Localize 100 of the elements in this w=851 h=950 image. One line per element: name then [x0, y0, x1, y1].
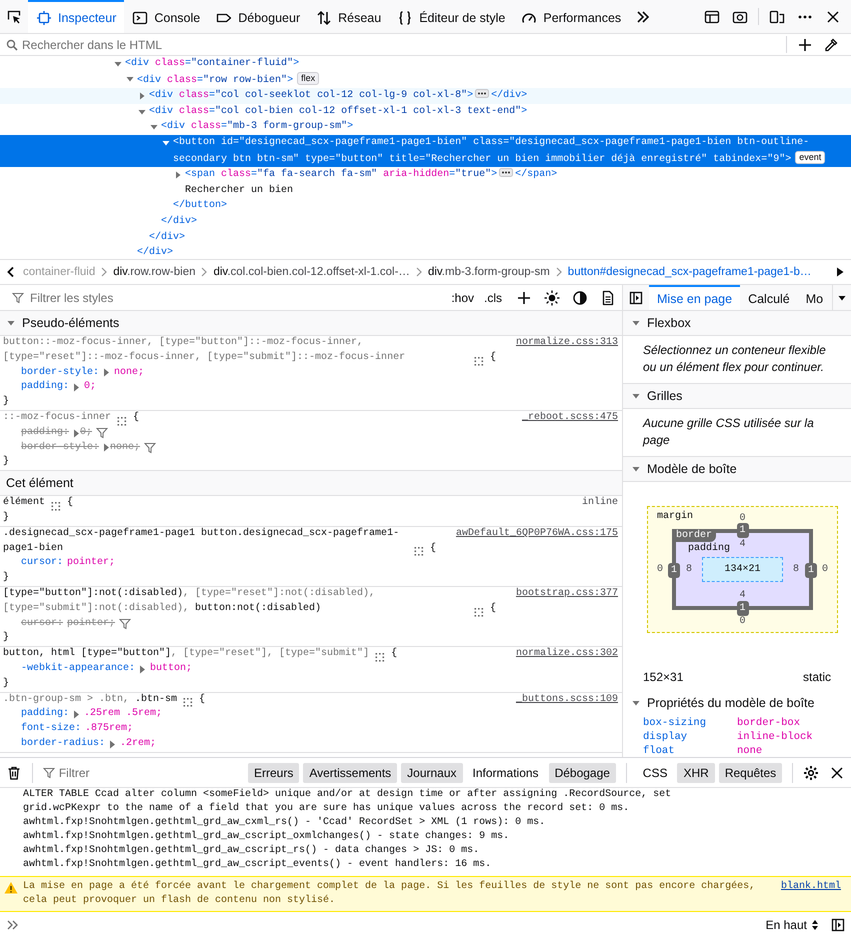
markup-node[interactable]: </div> [0, 214, 851, 230]
pseudo-class-toggle[interactable]: :hov [449, 290, 476, 304]
log-level-filter[interactable]: Journaux [401, 762, 463, 782]
markup-node[interactable]: </div> [0, 245, 851, 259]
add-node-button[interactable] [797, 36, 813, 52]
section-header[interactable]: Grilles [623, 384, 851, 409]
devtools-tab[interactable]: Console [124, 0, 208, 33]
log-level-filter[interactable]: Débogage [548, 762, 616, 782]
property-value[interactable]: button; [150, 662, 192, 677]
close-button[interactable] [829, 764, 846, 780]
markup-node[interactable]: <div class="mb-3 form-group-sm"> [0, 119, 851, 135]
expand-triangle-icon[interactable] [109, 740, 116, 749]
expand-triangle-icon[interactable] [73, 428, 80, 438]
markup-node[interactable]: <div class="col col-seeklot col-12 col-lg-9 col-xl-8"> </div> [0, 88, 851, 104]
expand-triangle-icon[interactable] [73, 383, 80, 392]
sidebar-tab[interactable]: Mise en page [649, 285, 740, 310]
text-node[interactable]: Rechercher un bien [0, 182, 851, 198]
console-filter-field[interactable]: Filtrer [58, 766, 240, 780]
scroll-position-button[interactable]: En haut [766, 918, 819, 932]
filter-icon[interactable] [96, 427, 108, 440]
toggle-sidebar-button[interactable] [831, 918, 845, 932]
log-level-filter[interactable]: Erreurs [248, 762, 300, 782]
markup-node[interactable]: </div> [0, 230, 851, 246]
sidebar-tab[interactable]: Mo [798, 285, 832, 310]
styles-filter-field[interactable]: Filtrer les styles [30, 290, 444, 304]
filter-icon[interactable] [144, 442, 156, 454]
breadcrumb-item[interactable]: div.row.row-bien [112, 264, 196, 280]
devtools-tab[interactable]: Éditeur de style [389, 0, 514, 33]
log-level-filter[interactable]: Avertissements [303, 762, 398, 782]
breadcrumb-item[interactable]: div.mb-3.form-group-sm [426, 264, 551, 280]
source-link[interactable]: blank.html [760, 880, 841, 908]
grid-icon[interactable] [51, 500, 62, 511]
stylesheet-link[interactable]: inline [582, 496, 618, 511]
stylesheet-link[interactable]: normalize.css:302 [516, 647, 618, 662]
grid-icon[interactable] [375, 652, 386, 662]
clear-console-button[interactable] [6, 764, 22, 780]
grid-icon[interactable] [414, 546, 424, 556]
markup-node[interactable]: <button id="designecad_scx-pageframe1-page1-bien" class="designecad_scx-pageframe1-page1-bien btn-outline-secondary btn btn-sm" type="button" title="Rechercher un bien immobilier déjà enregistré" tabindex="9"> event [0, 134, 851, 168]
property-name[interactable]: cursor: [21, 556, 64, 572]
property-name[interactable]: -webkit-appearance: [21, 662, 136, 677]
section-header[interactable]: Pseudo-éléments [0, 311, 622, 336]
property-name[interactable]: font-size: [21, 722, 82, 737]
devtools-tab[interactable]: Débogueur [208, 0, 308, 33]
node-badge[interactable]: event [795, 150, 826, 164]
sun-icon[interactable] [544, 290, 560, 306]
breadcrumb-item[interactable]: div.col.col-bien.col-12.offset-xl-1.col-… [212, 264, 411, 280]
grid-icon[interactable] [183, 697, 194, 708]
markup-node[interactable]: <div class="col col-bien col-12 offset-xl-1 col-xl-3 text-end"> [0, 104, 851, 120]
grid-icon[interactable] [474, 606, 484, 617]
property-value[interactable]: .25rem .5rem; [84, 707, 162, 722]
disclosure-triangle-icon[interactable] [173, 170, 183, 180]
expand-triangle-icon[interactable] [103, 443, 110, 452]
property-value[interactable]: .2rem; [120, 736, 156, 752]
devtools-tab[interactable]: Inspecteur [28, 0, 124, 33]
section-header[interactable]: Cet élément [0, 471, 622, 496]
grid-icon[interactable] [474, 356, 484, 366]
settings-button[interactable] [803, 764, 820, 780]
stylesheet-link[interactable]: _buttons.scss:109 [516, 692, 618, 708]
html-search-field[interactable]: Rechercher dans le HTML [22, 34, 776, 54]
contrast-icon[interactable] [572, 290, 588, 306]
stylesheet-link[interactable]: bootstrap.css:377 [516, 586, 618, 617]
property-value[interactable]: none; [114, 366, 144, 380]
document-icon[interactable] [600, 290, 616, 306]
property-name[interactable]: border-radius: [21, 736, 106, 752]
node-badge[interactable]: flex [297, 72, 320, 85]
filter-icon[interactable] [119, 618, 132, 630]
property-name[interactable]: border-style: [21, 366, 100, 380]
property-name[interactable]: padding: [21, 380, 70, 396]
expand-triangle-icon[interactable] [73, 710, 80, 720]
stylesheet-link[interactable]: awDefault_6QP0P76WA.css:175 [456, 526, 618, 556]
markup-node[interactable]: <div class="container-fluid"> [0, 56, 851, 72]
disclosure-triangle-icon[interactable] [137, 90, 147, 101]
breadcrumb-item[interactable]: button#designecad_scx-pageframe1-page1-b… [566, 264, 812, 280]
property-value[interactable]: .875rem; [85, 722, 134, 737]
pseudo-class-toggle[interactable]: .cls [482, 290, 504, 304]
markup-node[interactable]: </button> [0, 198, 851, 214]
devtools-tab[interactable]: Performances [513, 0, 630, 33]
collapsed-content-icon[interactable] [499, 168, 514, 178]
collapsed-content-icon[interactable] [475, 89, 490, 98]
property-value[interactable]: pointer; [67, 556, 116, 572]
eyedropper-button[interactable] [823, 36, 839, 52]
devtools-tab[interactable]: Réseau [308, 0, 390, 33]
grid-icon[interactable] [117, 416, 128, 426]
section-header[interactable]: Modèle de boîte [623, 457, 851, 482]
property-name[interactable]: padding: [21, 707, 70, 722]
request-type-filter[interactable]: XHR [677, 762, 715, 782]
expand-triangle-icon[interactable] [139, 664, 146, 674]
section-header[interactable]: Flexbox [623, 311, 851, 336]
stylesheet-link[interactable]: normalize.css:313 [516, 336, 618, 366]
request-type-filter[interactable]: Requêtes [718, 762, 782, 782]
section-header[interactable]: Propriétés du modèle de boîte [623, 690, 851, 715]
plus-icon[interactable] [516, 290, 532, 306]
markup-node[interactable]: <div class="row row-bien"> flex [0, 72, 851, 88]
stylesheet-link[interactable]: _reboot.scss:475 [522, 410, 618, 426]
property-value[interactable]: 0; [84, 380, 96, 396]
log-level-filter[interactable]: Informations [466, 762, 545, 782]
sidebar-tab[interactable]: Calculé [740, 285, 798, 310]
markup-node[interactable]: <span class="fa fa-search fa-sm" aria-hidden="true"> </span> [0, 167, 851, 183]
request-type-filter[interactable]: CSS [636, 762, 674, 782]
expand-triangle-icon[interactable] [103, 368, 110, 378]
